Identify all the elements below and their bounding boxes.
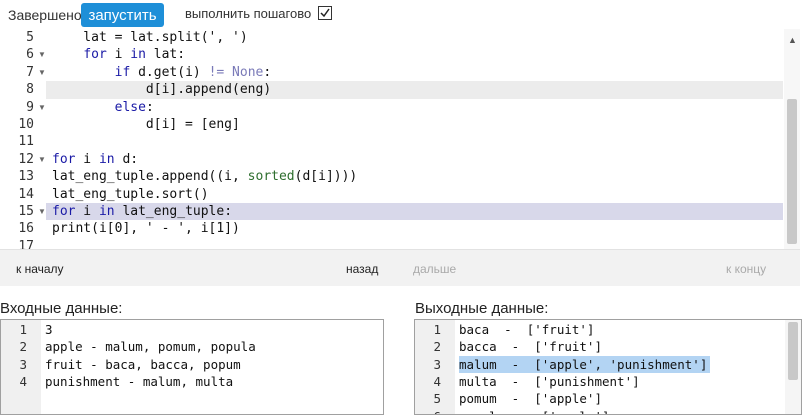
line-number: 4 [433, 373, 441, 389]
output-line: malum - ['apple', 'punishment'] [459, 356, 708, 372]
code-line: lat = lat.split(', ') [52, 30, 248, 45]
output-line: multa - ['punishment'] [459, 373, 640, 389]
input-panel-title: Входные данные: [0, 300, 123, 317]
line-number: 2 [19, 339, 27, 355]
nav-back-link[interactable]: назад [346, 262, 378, 276]
fold-arrow-icon[interactable]: ▼ [38, 151, 46, 168]
code-line: for i in lat: [83, 47, 186, 63]
code-line: for i in d: [52, 151, 139, 167]
scroll-up-icon[interactable]: ▲ [788, 35, 797, 45]
output-scrollbar-thumb[interactable] [788, 322, 798, 380]
line-number: 13 [18, 169, 34, 185]
line-number: 4 [19, 373, 27, 389]
line-number: 16 [18, 221, 34, 237]
output-line: popula - ['apple'] [459, 408, 610, 415]
fold-arrow-icon[interactable]: ▼ [38, 46, 46, 63]
run-status: Завершено [8, 7, 82, 23]
code-line: else: [114, 99, 154, 115]
output-line: bacca - ['fruit'] [459, 339, 602, 355]
line-number: 11 [18, 134, 34, 150]
output-area[interactable]: 1 baca - ['fruit'] 2 bacca - ['fruit'] 3 malu… [414, 319, 802, 415]
step-mode-checkbox[interactable] [318, 6, 332, 20]
code-line: print(i[0], ' - ', i[1]) [52, 221, 240, 237]
line-number: 6 [26, 47, 34, 63]
line-number: 3 [433, 356, 441, 372]
line-number: 1 [19, 322, 27, 337]
line-number: 10 [18, 117, 34, 132]
nav-end-link[interactable]: к концу [726, 262, 766, 276]
code-line: lat_eng_tuple.sort() [52, 186, 209, 202]
code-line: lat_eng_tuple.append((i, sorted(d[i]))) [52, 169, 358, 185]
line-number: 3 [19, 356, 27, 372]
line-number: 17 [18, 238, 34, 250]
line-number: 12 [18, 151, 34, 167]
fold-arrow-icon[interactable]: ▼ [38, 99, 46, 116]
nav-start-link[interactable]: к началу [16, 262, 64, 276]
line-number: 1 [433, 322, 441, 337]
code-line: if d.get(i) != None: [114, 64, 272, 80]
step-mode-label: выполнить пошагово [185, 6, 312, 21]
code-line: d[i].append(eng) [52, 82, 272, 98]
line-number: 9 [26, 99, 34, 115]
line-number: 14 [18, 186, 34, 202]
check-icon [320, 8, 330, 18]
output-line: baca - ['fruit'] [459, 322, 595, 337]
output-line: pomum - ['apple'] [459, 391, 602, 407]
line-number: 5 [433, 391, 441, 407]
output-panel-title: Выходные данные: [415, 300, 549, 317]
input-line: fruit - baca, bacca, popum [45, 356, 241, 372]
input-line: apple - malum, pomum, popula [45, 339, 256, 355]
input-line: 3 [45, 322, 53, 337]
line-number: 7 [26, 64, 34, 80]
editor-scrollbar-thumb[interactable] [787, 99, 797, 244]
line-number: 5 [26, 30, 34, 45]
input-textarea[interactable]: 1 3 2 apple - malum, pomum, popula 3 fruit - … [0, 319, 384, 415]
step-navigation-bar [0, 250, 800, 286]
line-number: 15 [18, 204, 34, 219]
fold-arrow-icon[interactable]: ▼ [38, 203, 46, 220]
fold-arrow-icon[interactable]: ▼ [38, 64, 46, 81]
line-number: 6 [415, 408, 441, 415]
code-line: for i in lat_eng_tuple: [52, 204, 233, 219]
code-line: d[i] = [eng] [52, 117, 240, 132]
line-number: 2 [433, 339, 441, 355]
line-number: 8 [26, 82, 34, 98]
run-button[interactable]: запустить [81, 3, 164, 27]
code-editor[interactable]: 5 lat = lat.split(', ') 6 ▼ for i in lat: 7… [0, 29, 800, 250]
nav-next-link[interactable]: дальше [413, 262, 456, 276]
input-line: punishment - malum, multa [45, 373, 234, 389]
